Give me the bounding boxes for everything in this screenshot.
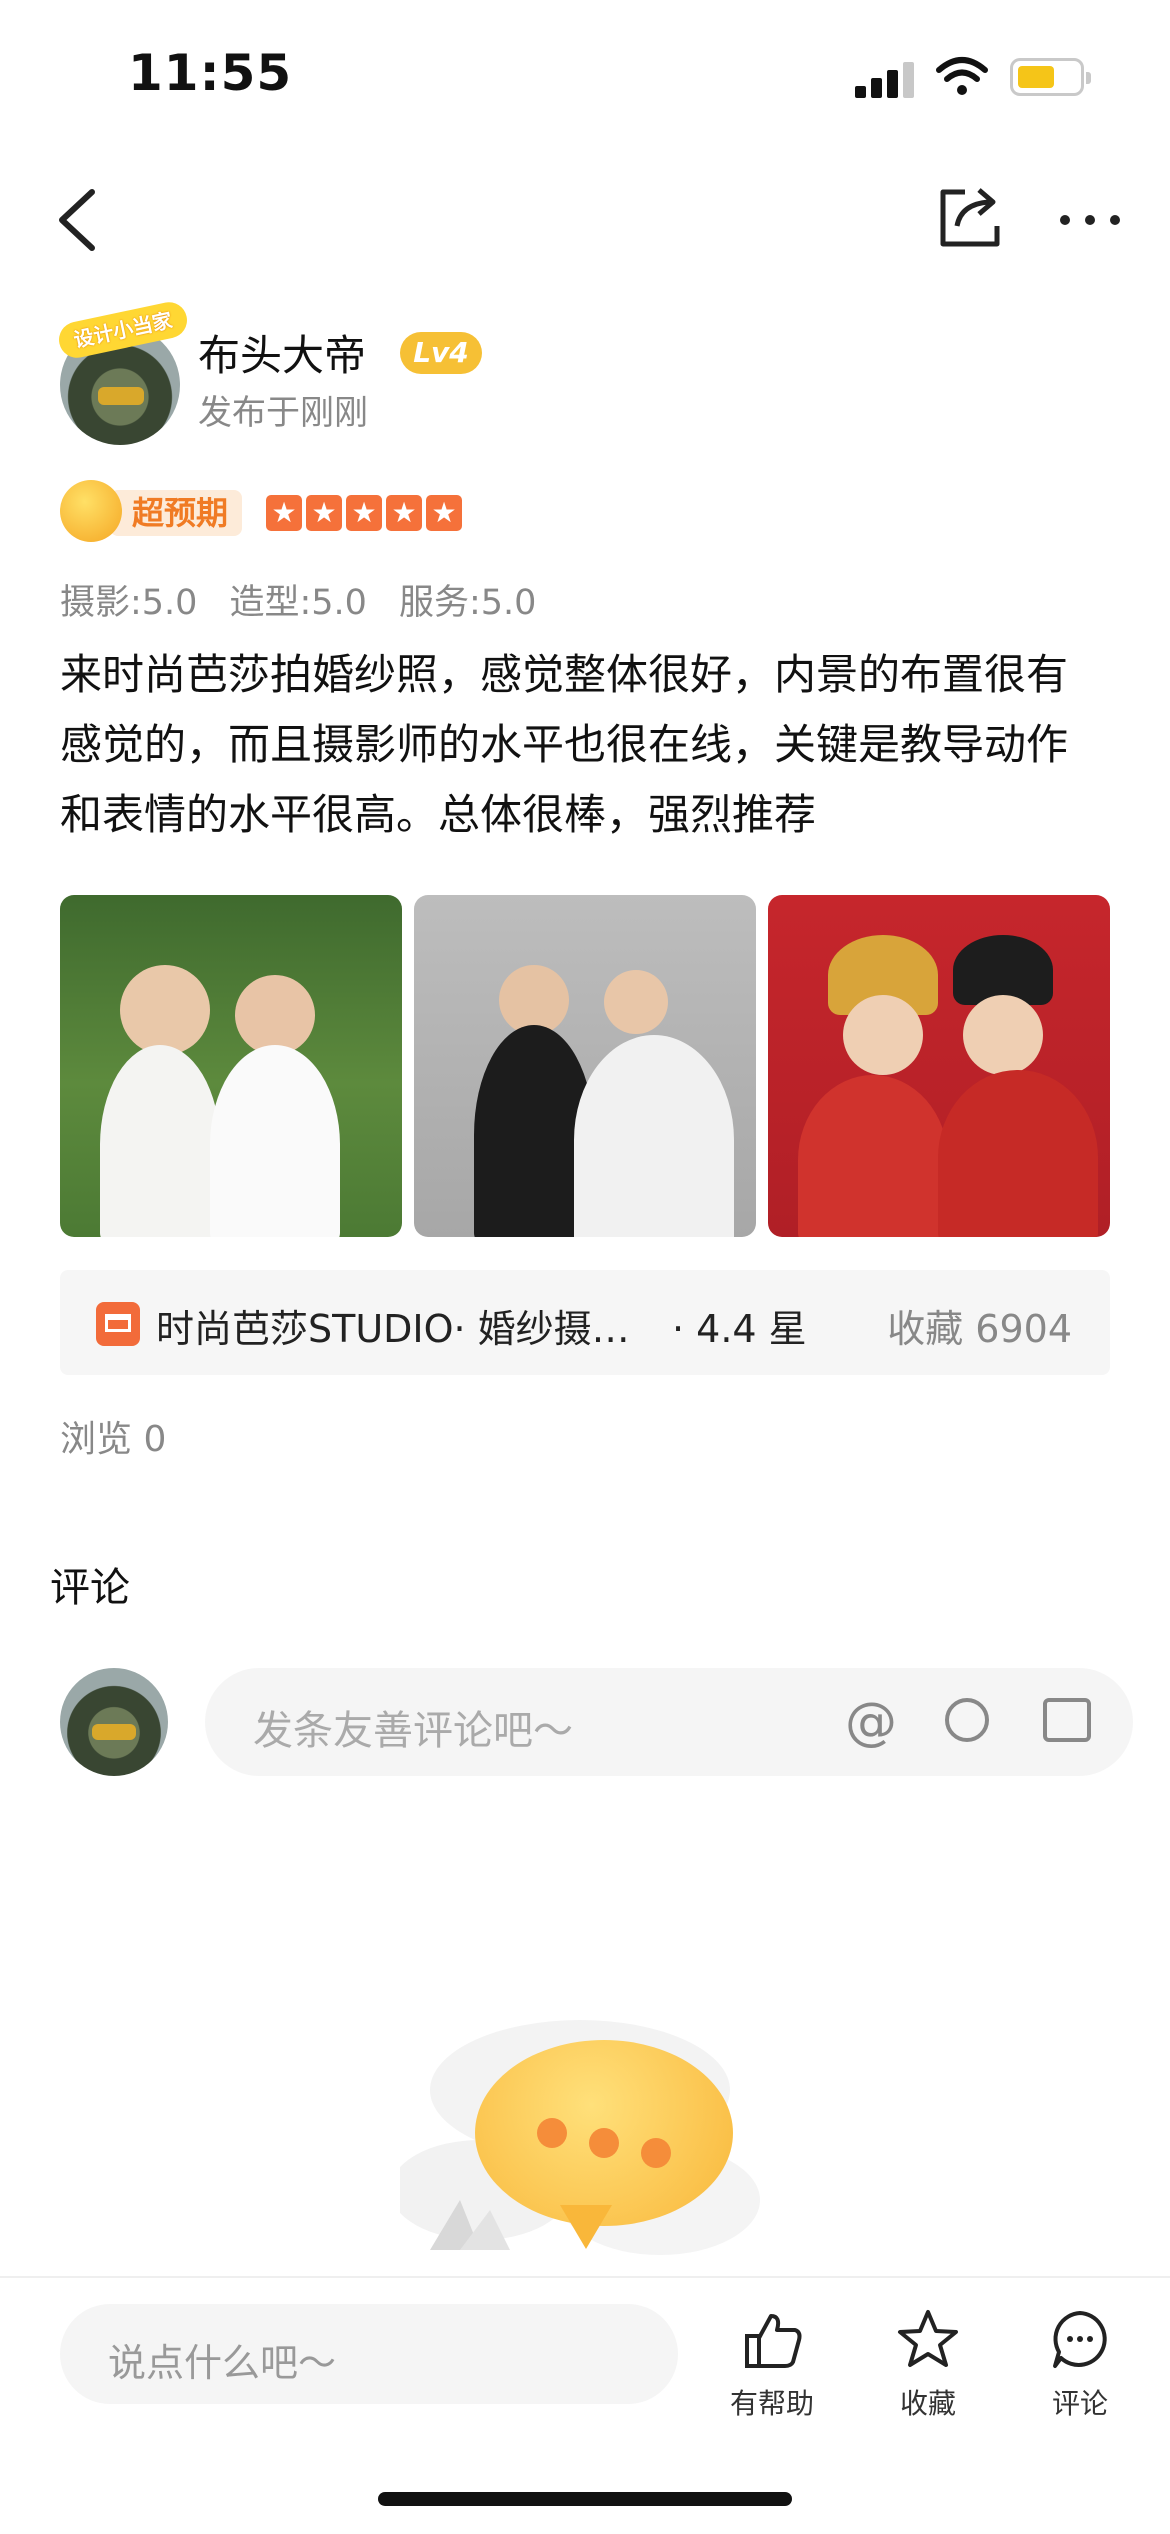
comment-icon bbox=[1053, 2311, 1107, 2368]
comments-title: 评论 bbox=[50, 1565, 130, 1611]
helpful-button[interactable]: 有帮助 bbox=[712, 2308, 832, 2422]
star-icon: ★ bbox=[386, 495, 422, 531]
user-avatar bbox=[60, 1668, 168, 1776]
store-rating: · 4.4 星 bbox=[672, 1307, 807, 1351]
view-count: 浏览 0 bbox=[60, 1419, 167, 1460]
star-icon: ★ bbox=[346, 495, 382, 531]
comment-label: 评论 bbox=[1051, 2387, 1108, 2420]
rating-face-icon bbox=[60, 480, 122, 542]
collect-button[interactable]: 收藏 bbox=[868, 2308, 988, 2422]
thumbs-up-icon bbox=[745, 2314, 802, 2368]
store-card[interactable]: 时尚芭莎STUDIO· 婚纱摄… · 4.4 星 收藏 6904 bbox=[60, 1270, 1110, 1375]
chat-bubble-tail bbox=[560, 2205, 612, 2249]
more-icon[interactable] bbox=[1055, 200, 1125, 240]
emoji-icon[interactable] bbox=[945, 1698, 989, 1742]
star-icon: ★ bbox=[426, 495, 462, 531]
store-icon bbox=[96, 1302, 140, 1346]
bottom-comment-input[interactable]: 说点什么吧～ bbox=[60, 2304, 678, 2404]
author-name[interactable]: 布头大帝 bbox=[198, 322, 366, 383]
status-time: 11:55 bbox=[128, 44, 293, 102]
bottom-input-placeholder: 说点什么吧～ bbox=[108, 2341, 337, 2385]
image-icon[interactable] bbox=[1043, 1698, 1091, 1742]
comment-placeholder: 发条友善评论吧～ bbox=[253, 1708, 573, 1754]
collect-label: 收藏 bbox=[899, 2387, 956, 2420]
comment-input[interactable]: 发条友善评论吧～ @ bbox=[205, 1668, 1133, 1776]
chat-bubble-icon bbox=[475, 2040, 733, 2226]
back-icon[interactable] bbox=[50, 180, 110, 260]
store-name: 时尚芭莎STUDIO· 婚纱摄… bbox=[156, 1307, 630, 1351]
sub-scores: 摄影:5.0 造型:5.0 服务:5.0 bbox=[60, 574, 536, 625]
wifi-icon bbox=[936, 57, 988, 95]
star-icon: ★ bbox=[266, 495, 302, 531]
star-rating: ★ ★ ★ ★ ★ bbox=[266, 495, 462, 531]
star-icon: ★ bbox=[306, 495, 342, 531]
home-indicator bbox=[378, 2492, 792, 2506]
photo-2[interactable] bbox=[414, 895, 756, 1237]
store-favorites: 收藏 6904 bbox=[887, 1307, 1072, 1351]
score-styling: 造型:5.0 bbox=[229, 583, 367, 623]
battery-icon bbox=[1010, 58, 1091, 96]
photo-grid bbox=[60, 895, 1110, 1237]
bottom-bar: 说点什么吧～ 有帮助 收藏 评论 bbox=[0, 2276, 1170, 2534]
photo-1[interactable] bbox=[60, 895, 402, 1237]
at-icon[interactable]: @ bbox=[845, 1692, 897, 1752]
photo-3[interactable] bbox=[768, 895, 1110, 1237]
share-icon[interactable] bbox=[935, 182, 1005, 252]
rating-label: 超预期 bbox=[110, 490, 243, 536]
signal-icon bbox=[855, 58, 915, 98]
score-service: 服务:5.0 bbox=[398, 583, 537, 623]
post-text: 来时尚芭莎拍婚纱照，感觉整体很好，内景的布置很有感觉的，而且摄影师的水平也很在线… bbox=[60, 650, 1069, 839]
comment-button[interactable]: 评论 bbox=[1020, 2308, 1140, 2422]
helpful-label: 有帮助 bbox=[729, 2387, 814, 2420]
post-time: 发布于刚刚 bbox=[198, 393, 368, 433]
level-badge: Lv4 bbox=[400, 332, 482, 374]
star-icon bbox=[898, 2310, 958, 2367]
score-photo: 摄影:5.0 bbox=[60, 583, 198, 623]
